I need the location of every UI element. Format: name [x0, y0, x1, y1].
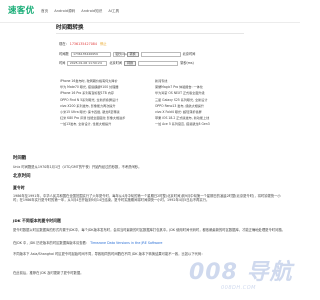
watermark-url: 008DH.COM	[221, 285, 256, 291]
news-links: iPhone 16发布时, 较同期价格有何大降价 华为 Mate70 曝光, 搭…	[60, 79, 240, 145]
watermark-text: 008 导航	[189, 260, 293, 285]
timezone-versions-link[interactable]: Timezone Data Versions in the JRE Softwa…	[90, 241, 162, 245]
heading-timestamp: 时间戳	[13, 156, 27, 161]
heading-beijing-time: 北京时间	[13, 174, 31, 179]
heading-dst: 夏令时	[13, 185, 25, 190]
news-column-left: iPhone 16发布时, 较同期价格有何大降价 华为 Mate70 曝光, 搭…	[60, 79, 150, 129]
timestamp-result-field[interactable]	[138, 61, 179, 66]
tool-title: 时间戳转换	[56, 25, 84, 31]
time-result-field[interactable]	[140, 52, 181, 57]
timestamp-input[interactable]: 1736135426959	[70, 52, 111, 57]
para-dst: 1986年至1991年，中华人民共和国在全国范围实行了六年夏令时，每年从4月中旬…	[13, 194, 281, 203]
para-jdk-2-text: 在JDK 中，JDK 历史版本的时区数据库版本请查看：	[13, 241, 90, 245]
nav-item-android-knowledge[interactable]: Android知识	[81, 9, 102, 14]
zone-label-2: 北京时间	[109, 61, 123, 66]
watermark: 008 导航 008DH.COM	[183, 258, 295, 296]
para-jdk-3: 不同版本下 Asia/Shanghai 时区夏令时起始时间不同，导致相同的时间戳…	[13, 252, 205, 256]
now-value: 1736135427084	[69, 42, 97, 46]
timestamp-label: 时间戳	[59, 52, 69, 57]
timestamp-to-time-row: 时间戳 1736135426959 毫秒(ms) 转换 北京时间	[59, 52, 195, 57]
nav-item-ai-tools[interactable]: AI工具	[108, 9, 119, 14]
now-label: 现在:	[59, 42, 67, 46]
unit-label-2: 毫秒(ms)	[180, 61, 194, 66]
site-logo[interactable]: 速客优	[8, 6, 34, 17]
zone-label-1: 北京时间	[182, 52, 196, 57]
nav-item-home[interactable]: 首页	[41, 9, 48, 14]
news-link[interactable]: 一加13发布, 全新设计, 性能大幅提升	[60, 122, 150, 128]
convert-to-time-button[interactable]: 转换	[126, 52, 139, 57]
convert-to-timestamp-button[interactable]: 转换	[124, 61, 137, 66]
para-jdk-1: 夏令时数据以时区数据库的形式内置于JDK中，每个JDK版本发布时，会将当时最新的…	[13, 228, 285, 232]
news-link[interactable]: 一加 Ace 5 系列官宣, 搭载骁龙8 Gen3	[155, 122, 245, 128]
heading-jdk-dst: JDK 不同版本的夏令时问题	[13, 218, 61, 223]
para-jdk-2: 在JDK 中，JDK 历史版本的时区数据库版本请查看： Timezone Dat…	[13, 241, 286, 245]
unit-select[interactable]: 毫秒(ms)	[112, 52, 128, 57]
news-column-right: 新闻专线 荣耀Magic7 Pro 体验报告: 一体化 华为鸿蒙 OS NEXT…	[155, 79, 245, 129]
time-label: 时间	[59, 61, 66, 66]
nav-item-android-source[interactable]: Android源码	[54, 9, 75, 14]
current-timestamp-row: 现在: 1736135427084 停止	[59, 42, 107, 46]
para-timestamp: Unix 时间戳是从1970年1月1日（UTC/GMT的午夜）开始所经过的秒数，…	[13, 165, 142, 169]
top-bar: 速客优 首页 Android源码 Android知识 AI工具	[0, 0, 300, 23]
time-to-timestamp-row: 时间 2025-01-06 11:50:24 北京时间 转换 毫秒(ms)	[59, 61, 194, 66]
main-nav: 首页 Android源码 Android知识 AI工具	[41, 9, 119, 14]
stop-button[interactable]: 停止	[100, 42, 107, 46]
title-divider	[56, 33, 244, 34]
time-input[interactable]: 2025-01-06 11:50:24	[67, 61, 108, 66]
